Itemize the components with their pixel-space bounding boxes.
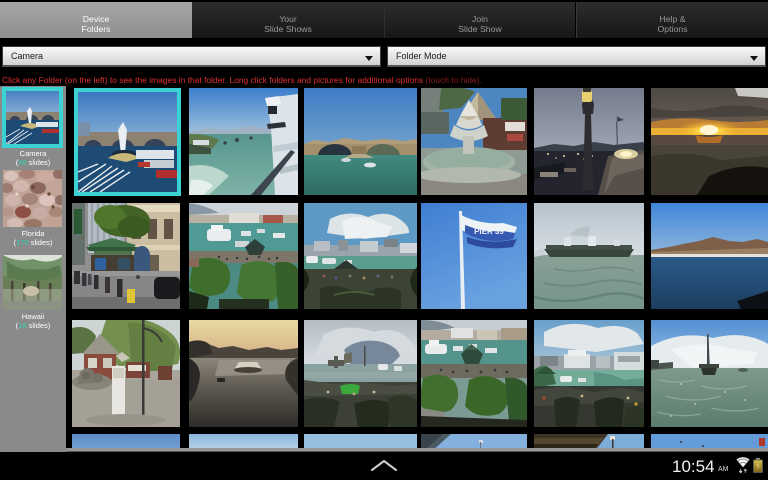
svg-text:PIER 39: PIER 39 (474, 227, 504, 236)
